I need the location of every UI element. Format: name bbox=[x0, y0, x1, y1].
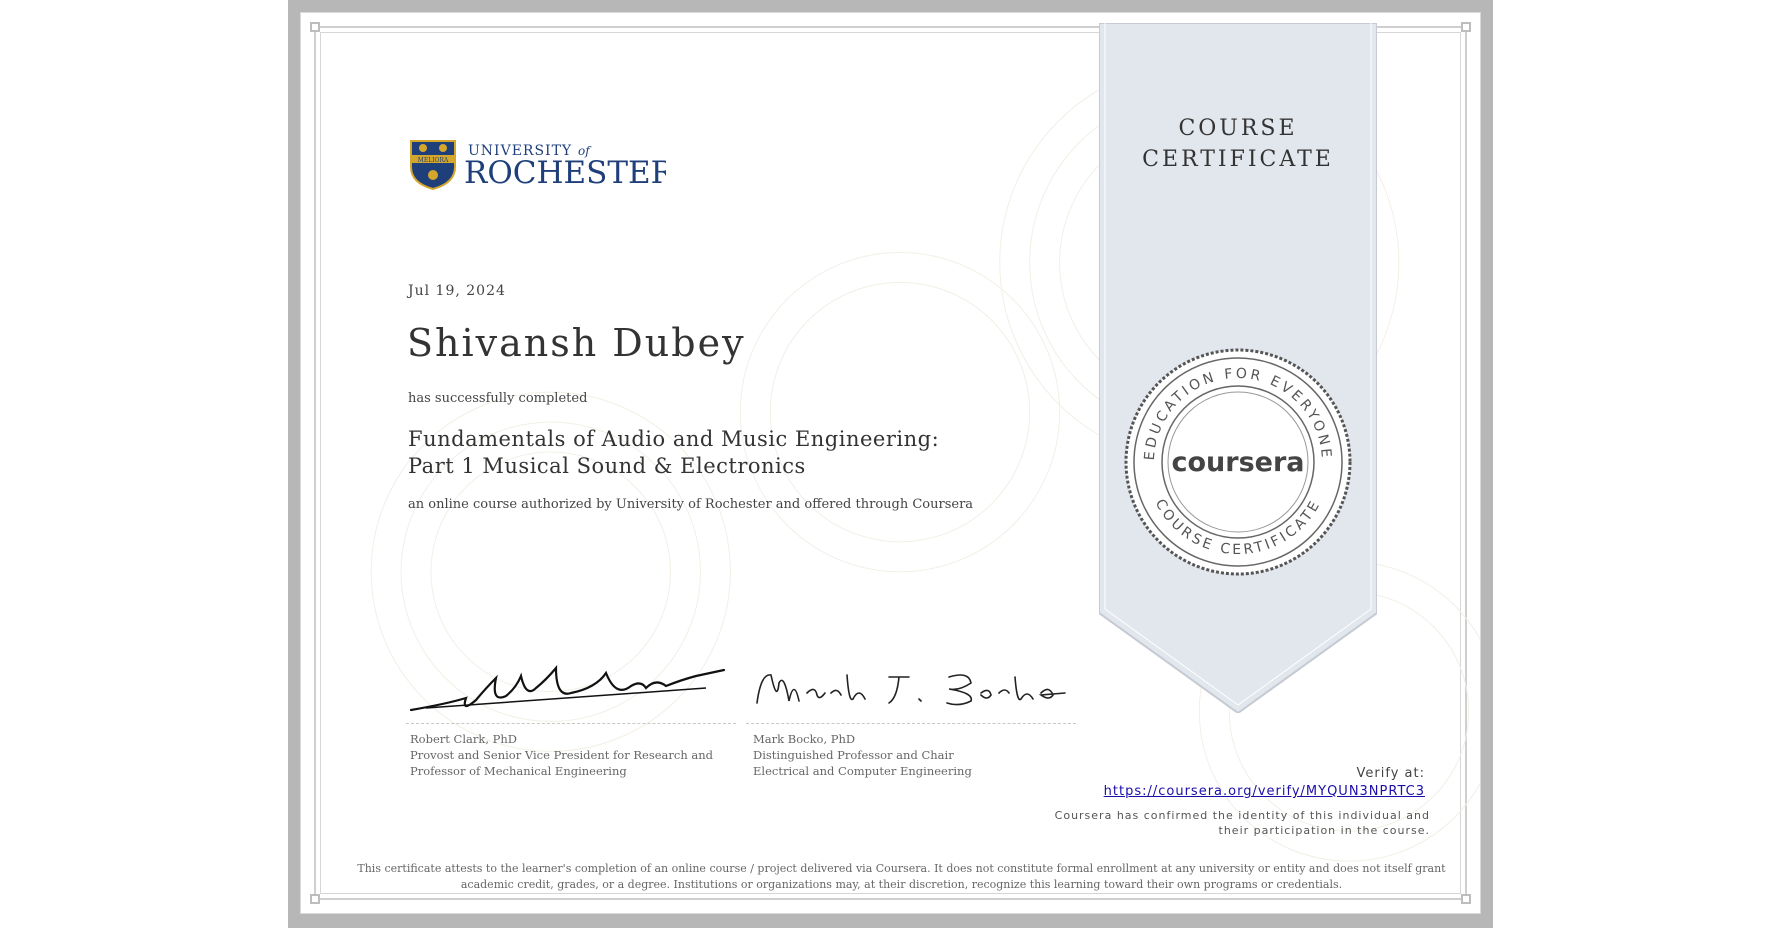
corner-ornament bbox=[310, 894, 320, 904]
course-title-line2: Part 1 Musical Sound & Electronics bbox=[408, 454, 806, 478]
signature-line bbox=[746, 723, 1076, 724]
signature-mark-bocko bbox=[756, 674, 1066, 706]
verify-label: Verify at: bbox=[1356, 766, 1425, 781]
svg-text:MELIORA: MELIORA bbox=[418, 157, 449, 164]
signer-name: Mark Bocko, PhD bbox=[753, 732, 856, 746]
ribbon-title-line1: COURSE bbox=[1178, 116, 1298, 141]
completion-statement: has successfully completed bbox=[408, 391, 588, 406]
corner-ornament bbox=[310, 22, 320, 32]
coursera-wordmark: coursera bbox=[1171, 447, 1304, 478]
identity-confirmation: Coursera has confirmed the identity of t… bbox=[1054, 809, 1430, 837]
ribbon-title: COURSE CERTIFICATE bbox=[1099, 113, 1377, 175]
signer-title: Provost and Senior Vice President for Re… bbox=[410, 748, 714, 762]
certificate-frame: MELIORA UNIVERSITY of ROCHESTER Jul 19, … bbox=[288, 0, 1493, 928]
corner-ornament bbox=[1461, 894, 1471, 904]
signer-mark-bocko: Mark Bocko, PhD Distinguished Professor … bbox=[753, 731, 972, 779]
signature-robert-clark bbox=[409, 664, 726, 712]
authorization-statement: an online course authorized by Universit… bbox=[408, 497, 974, 512]
university-logo: MELIORA UNIVERSITY of ROCHESTER bbox=[406, 133, 666, 193]
signer-title: Electrical and Computer Engineering bbox=[753, 764, 972, 778]
certificate-disclaimer: This certificate attests to the learner'… bbox=[357, 862, 1446, 891]
coursera-seal: EDUCATION FOR EVERYONE COURSE CERTIFICAT… bbox=[1124, 348, 1352, 576]
signer-title: Professor of Mechanical Engineering bbox=[410, 764, 627, 778]
issue-date: Jul 19, 2024 bbox=[408, 283, 506, 299]
ribbon-title-line2: CERTIFICATE bbox=[1142, 147, 1334, 172]
svg-text:ROCHESTER: ROCHESTER bbox=[464, 155, 666, 191]
signature-line bbox=[406, 723, 736, 724]
corner-ornament bbox=[1461, 22, 1471, 32]
signer-robert-clark: Robert Clark, PhD Provost and Senior Vic… bbox=[410, 731, 713, 779]
signer-title: Distinguished Professor and Chair bbox=[753, 748, 954, 762]
verify-link[interactable]: https://coursera.org/verify/MYQUN3NPRTC3 bbox=[1104, 784, 1425, 799]
course-title-line1: Fundamentals of Audio and Music Engineer… bbox=[408, 427, 940, 451]
certificate-paper: MELIORA UNIVERSITY of ROCHESTER Jul 19, … bbox=[300, 12, 1481, 914]
signer-name: Robert Clark, PhD bbox=[410, 732, 517, 746]
recipient-name: Shivansh Dubey bbox=[407, 321, 746, 365]
